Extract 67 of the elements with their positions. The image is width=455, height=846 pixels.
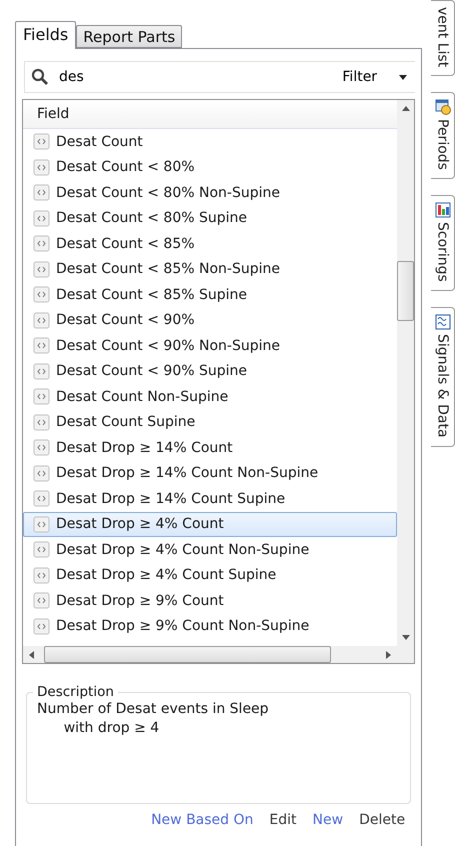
code-field-icon <box>33 286 50 304</box>
scroll-left-icon <box>29 650 34 658</box>
field-row[interactable]: Desat Count Supine <box>23 410 398 435</box>
code-field-icon <box>33 260 50 278</box>
scroll-down-icon <box>402 635 410 640</box>
field-row[interactable]: Desat Count Non-Supine <box>23 384 398 410</box>
vertical-scrollbar[interactable] <box>397 100 414 646</box>
code-field-icon <box>33 566 50 584</box>
field-row[interactable]: Desat Drop ≥ 4% Count <box>23 512 398 537</box>
code-field-icon <box>33 337 50 354</box>
field-row[interactable]: Desat Count < 90% Non-Supine <box>23 333 398 358</box>
code-field-icon <box>33 541 50 558</box>
field-row[interactable]: Desat Drop ≥ 9% Count <box>23 588 398 614</box>
action-link[interactable]: New <box>312 812 344 828</box>
calendar-clock-icon <box>434 99 451 116</box>
side-tab[interactable]: Scorings <box>431 195 455 291</box>
field-row[interactable]: Desat Count < 85% Non-Supine <box>23 256 398 282</box>
field-row[interactable]: Desat Drop ≥ 14% Count Non-Supine <box>23 460 398 486</box>
caret-icon <box>399 74 408 80</box>
scroll-thumb[interactable] <box>44 646 331 663</box>
code-field-icon <box>33 414 50 431</box>
code-field-icon <box>33 618 50 635</box>
action-link[interactable]: New Based On <box>151 812 254 828</box>
field-row[interactable]: Desat Count < 80% <box>23 154 398 180</box>
code-field-icon <box>33 388 50 406</box>
code-field-icon <box>33 362 50 380</box>
scroll-thumb[interactable] <box>397 261 414 321</box>
field-row[interactable]: Desat Count <box>23 129 398 154</box>
code-field-icon <box>33 184 50 202</box>
side-tab[interactable]: Signals & Data <box>431 307 455 447</box>
code-field-icon <box>33 439 50 456</box>
field-row[interactable]: Desat Count < 90% <box>23 308 398 333</box>
side-tab[interactable]: vent List <box>431 0 455 76</box>
field-row[interactable]: Desat Count < 80% Supine <box>23 206 398 231</box>
waveform-icon <box>434 314 451 330</box>
code-field-icon <box>33 592 50 610</box>
side-tab[interactable]: Periods <box>431 92 455 180</box>
action-link[interactable]: Edit <box>269 812 297 828</box>
horizontal-scrollbar[interactable] <box>23 646 398 663</box>
code-field-icon <box>33 490 50 508</box>
scroll-up-icon <box>402 106 410 111</box>
tab[interactable]: Report Parts <box>76 25 182 48</box>
search-field[interactable]: des Filter <box>24 61 416 93</box>
field-row[interactable]: Desat Count < 85% <box>23 231 398 256</box>
code-field-icon <box>33 133 50 150</box>
action-link[interactable]: Delete <box>359 812 406 828</box>
scroll-right-icon <box>386 650 392 658</box>
code-field-icon <box>33 312 50 329</box>
field-row[interactable]: Desat Count < 80% Non-Supine <box>23 180 398 206</box>
field-row[interactable]: Desat Count < 85% Supine <box>23 282 398 308</box>
group-title: Description <box>36 684 115 700</box>
search-icon <box>31 68 49 86</box>
field-row[interactable]: Desat Drop ≥ 14% Count Supine <box>23 486 398 512</box>
field-row[interactable]: Desat Drop ≥ 9% Count Non-Supine <box>23 614 398 639</box>
code-field-icon <box>33 516 50 533</box>
filter-dropdown[interactable]: Filter <box>334 69 416 85</box>
code-field-icon <box>33 158 50 176</box>
code-field-icon <box>33 464 50 482</box>
code-field-icon <box>33 210 50 227</box>
code-field-icon <box>33 235 50 252</box>
field-row[interactable]: Desat Count < 90% Supine <box>23 358 398 384</box>
field-row[interactable]: Desat Drop ≥ 4% Count Non-Supine <box>23 537 398 562</box>
description-text: Number of Desat events in Sleep with drop ≥ 4 <box>37 700 270 738</box>
field-row[interactable]: Desat Drop ≥ 4% Count Supine <box>23 562 398 588</box>
field-row[interactable]: Desat Drop ≥ 14% Count <box>23 435 398 460</box>
tab[interactable]: Fields <box>15 21 76 49</box>
bar-chart-icon <box>434 202 451 218</box>
